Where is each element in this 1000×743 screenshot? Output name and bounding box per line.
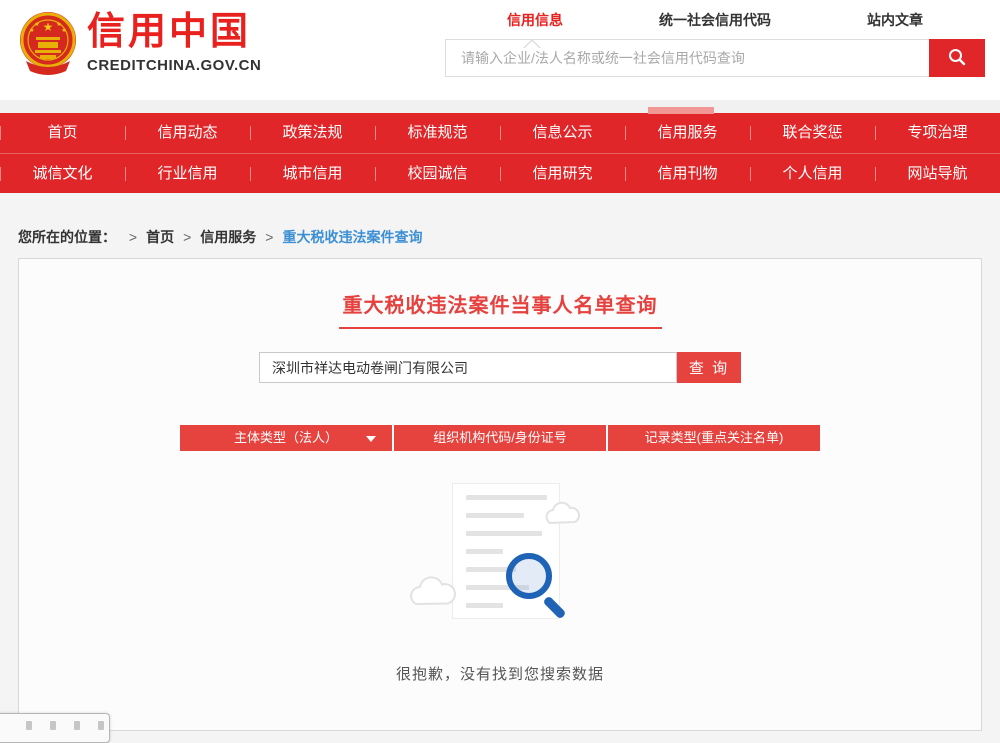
filter-header-label: 组织机构代码/身份证号 <box>433 430 567 445</box>
header-search-button[interactable] <box>929 39 985 77</box>
breadcrumb-link[interactable]: 首页 <box>120 229 174 245</box>
cloud-icon <box>542 499 584 532</box>
svg-text:★: ★ <box>56 21 61 28</box>
filter-header[interactable]: 组织机构代码/身份证号 <box>394 425 606 451</box>
header-divider-strip <box>0 100 1000 113</box>
nav-item[interactable]: 信用刊物 <box>625 154 750 193</box>
header-search-bar <box>445 39 985 77</box>
svg-text:★: ★ <box>34 21 39 28</box>
query-row: 查 询 <box>19 352 981 383</box>
search-tab[interactable]: 统一社会信用代码 <box>625 10 805 30</box>
nav-item[interactable]: 信用研究 <box>500 154 625 193</box>
empty-state-illustration <box>400 481 600 631</box>
caret-down-icon <box>366 436 376 447</box>
main-nav-row-1: 首页信用动态政策法规标准规范信息公示信用服务联合奖惩专项治理 <box>0 113 1000 153</box>
nav-item[interactable]: 城市信用 <box>250 154 375 193</box>
nav-item[interactable]: 专项治理 <box>875 113 1000 153</box>
content-panel: 重大税收违法案件当事人名单查询 查 询 主体类型（法人） 组织机构代码/身份证号… <box>18 258 982 731</box>
nav-item[interactable]: 首页 <box>0 113 125 153</box>
partial-bottom-widget[interactable] <box>0 713 110 743</box>
nav-item[interactable]: 联合奖惩 <box>750 113 875 153</box>
breadcrumb-link[interactable]: 重大税收违法案件查询 <box>256 229 422 245</box>
query-button[interactable]: 查 询 <box>677 352 741 383</box>
search-tab[interactable]: 信用信息 <box>445 10 625 30</box>
nav-item[interactable]: 信用服务 <box>625 113 750 153</box>
site-header: ★ ★ ★ ★ ★ 信用中国 CREDITCHINA.GOV.CN 信用信息统一… <box>0 0 1000 100</box>
active-nav-indicator <box>648 107 714 114</box>
breadcrumb: 您所在的位置： 首页信用服务重大税收违法案件查询 <box>18 227 422 247</box>
nav-item[interactable]: 诚信文化 <box>0 154 125 193</box>
no-results-message: 很抱歉，没有找到您搜索数据 <box>19 663 981 684</box>
nav-item[interactable]: 行业信用 <box>125 154 250 193</box>
filter-header[interactable]: 主体类型（法人） <box>180 425 392 451</box>
nav-item[interactable]: 标准规范 <box>375 113 500 153</box>
main-nav-row-2: 诚信文化行业信用城市信用校园诚信信用研究信用刊物个人信用网站导航 <box>0 153 1000 193</box>
site-domain: CREDITCHINA.GOV.CN <box>87 57 261 74</box>
svg-text:★: ★ <box>29 27 34 34</box>
filter-header[interactable]: 记录类型(重点关注名单) <box>608 425 820 451</box>
nav-item[interactable]: 信用动态 <box>125 113 250 153</box>
filter-header-label: 记录类型(重点关注名单) <box>645 430 784 445</box>
nav-item[interactable]: 政策法规 <box>250 113 375 153</box>
svg-text:★: ★ <box>61 27 66 34</box>
nav-item[interactable]: 信息公示 <box>500 113 625 153</box>
nav-item[interactable]: 校园诚信 <box>375 154 500 193</box>
site-logo[interactable]: ★ ★ ★ ★ ★ 信用中国 CREDITCHINA.GOV.CN <box>18 9 261 82</box>
nav-item[interactable]: 个人信用 <box>750 154 875 193</box>
national-emblem-icon: ★ ★ ★ ★ ★ <box>18 9 78 82</box>
tab-notch <box>523 30 541 48</box>
magnifier-icon <box>506 553 552 599</box>
search-tab[interactable]: 站内文章 <box>805 10 985 30</box>
breadcrumb-link[interactable]: 信用服务 <box>174 229 256 245</box>
company-query-input[interactable] <box>259 352 677 383</box>
main-nav: 首页信用动态政策法规标准规范信息公示信用服务联合奖惩专项治理 诚信文化行业信用城… <box>0 113 1000 193</box>
site-name: 信用中国 <box>87 9 261 55</box>
nav-item[interactable]: 网站导航 <box>875 154 1000 193</box>
page-title: 重大税收违法案件当事人名单查询 <box>339 289 662 329</box>
filter-header-label: 主体类型（法人） <box>234 430 338 445</box>
cloud-icon <box>406 573 460 614</box>
svg-text:★: ★ <box>43 20 54 34</box>
header-search-input[interactable] <box>445 39 929 77</box>
search-icon <box>947 47 967 70</box>
breadcrumb-prefix: 您所在的位置： <box>18 229 116 245</box>
header-search-tabs: 信用信息统一社会信用代码站内文章 <box>445 8 985 32</box>
result-filter-headers: 主体类型（法人） 组织机构代码/身份证号 记录类型(重点关注名单) <box>19 425 981 451</box>
